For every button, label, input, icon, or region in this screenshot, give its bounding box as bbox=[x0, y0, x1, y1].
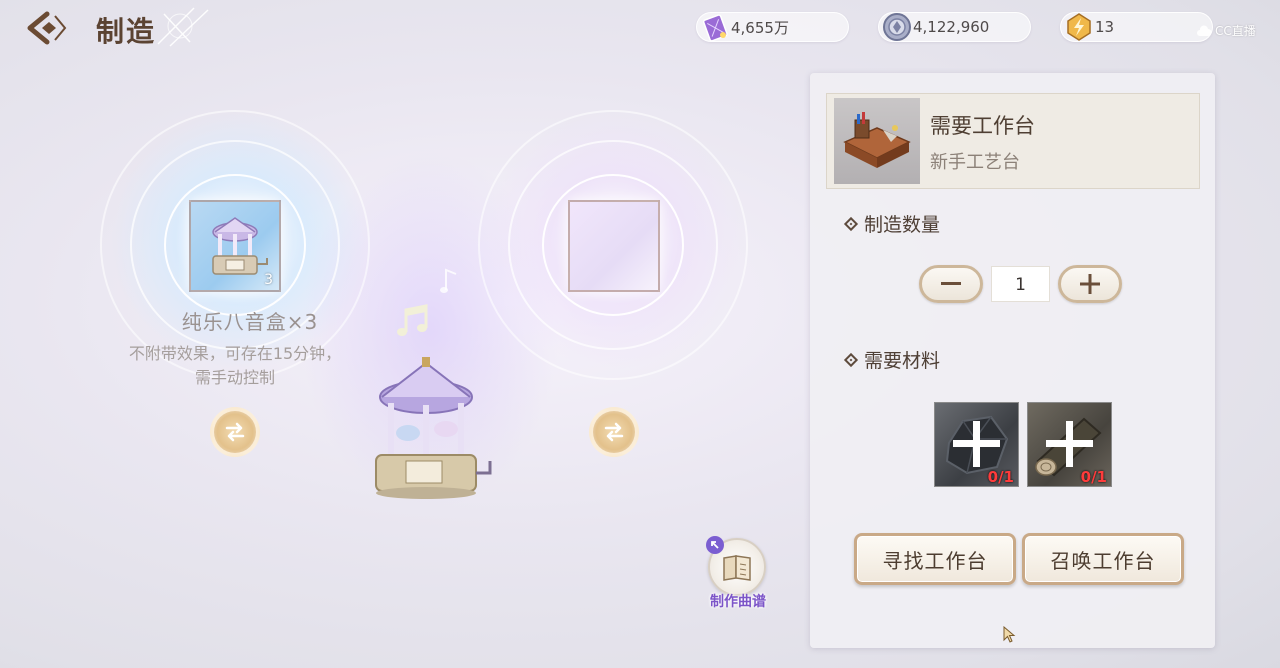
music-note-small-icon bbox=[440, 268, 457, 293]
title-decoration bbox=[157, 7, 209, 47]
materials-title: 需要材料 bbox=[864, 350, 941, 372]
currency-energy[interactable]: 13 bbox=[1060, 12, 1213, 42]
plus-icon bbox=[1080, 274, 1100, 294]
result-slot-left[interactable]: 3 bbox=[189, 200, 281, 292]
currency-silver-value: 4,122,960 bbox=[913, 18, 990, 36]
quantity-section-title: 制造数量 bbox=[843, 210, 941, 237]
quantity-input[interactable]: 1 bbox=[991, 266, 1050, 302]
swap-icon bbox=[225, 422, 245, 442]
item-name: 纯乐八音盒×3 bbox=[181, 310, 319, 334]
increase-quantity-button[interactable] bbox=[1058, 265, 1122, 303]
back-arrow-icon bbox=[27, 11, 67, 45]
currency-crystal[interactable]: 4,655万 bbox=[696, 12, 849, 42]
silver-coin-icon bbox=[879, 9, 915, 45]
recipe-label: 制作曲谱 bbox=[710, 594, 766, 610]
result-slot-count: 3 bbox=[264, 272, 273, 288]
workbench-icon bbox=[843, 112, 911, 168]
recipe-arrow-icon bbox=[706, 536, 724, 554]
diamond-bullet-icon bbox=[843, 352, 859, 367]
watermark-text: CC直播 bbox=[1215, 24, 1256, 38]
music-sheet-icon bbox=[723, 555, 751, 581]
material-slot-wood[interactable]: 0/1 bbox=[1027, 402, 1112, 487]
currency-crystal-value: 4,655万 bbox=[731, 18, 789, 37]
mouse-cursor-icon bbox=[1003, 626, 1016, 643]
summon-workbench-button[interactable]: 召唤工作台 bbox=[1022, 533, 1184, 585]
workbench-thumbnail bbox=[834, 98, 920, 184]
material-slot-ore[interactable]: 0/1 bbox=[934, 402, 1019, 487]
result-slot-right[interactable] bbox=[568, 200, 660, 292]
minus-icon bbox=[941, 282, 961, 285]
recipe-button[interactable] bbox=[706, 536, 766, 596]
back-button[interactable] bbox=[24, 8, 68, 48]
item-description: 不附带效果，可存在15分钟， 需手动控制 bbox=[100, 342, 370, 390]
item-description-line-1: 不附带效果，可存在15分钟， bbox=[128, 344, 342, 363]
swap-icon bbox=[604, 422, 624, 442]
stream-watermark: CC直播 bbox=[1196, 22, 1256, 39]
workbench-name: 新手工艺台 bbox=[930, 152, 1020, 173]
diamond-bullet-icon bbox=[843, 216, 859, 231]
decrease-quantity-button[interactable] bbox=[919, 265, 983, 303]
workbench-title: 需要工作台 bbox=[930, 114, 1035, 138]
currency-silver[interactable]: 4,122,960 bbox=[878, 12, 1031, 42]
materials-section-title: 需要材料 bbox=[843, 346, 941, 373]
currency-energy-value: 13 bbox=[1095, 18, 1115, 36]
music-note-icon bbox=[397, 304, 428, 336]
material-count: 0/1 bbox=[987, 468, 1014, 486]
material-count: 0/1 bbox=[1080, 468, 1107, 486]
swap-button-left[interactable] bbox=[210, 407, 260, 457]
page-title: 制造 bbox=[96, 15, 157, 48]
cloud-icon bbox=[1197, 24, 1212, 36]
energy-icon bbox=[1061, 9, 1097, 45]
quantity-title: 制造数量 bbox=[864, 214, 941, 236]
swap-button-right[interactable] bbox=[589, 407, 639, 457]
item-description-line-2: 需手动控制 bbox=[194, 368, 275, 387]
find-workbench-button[interactable]: 寻找工作台 bbox=[854, 533, 1016, 585]
music-box-model bbox=[375, 357, 492, 499]
crystal-card-icon bbox=[697, 9, 733, 45]
